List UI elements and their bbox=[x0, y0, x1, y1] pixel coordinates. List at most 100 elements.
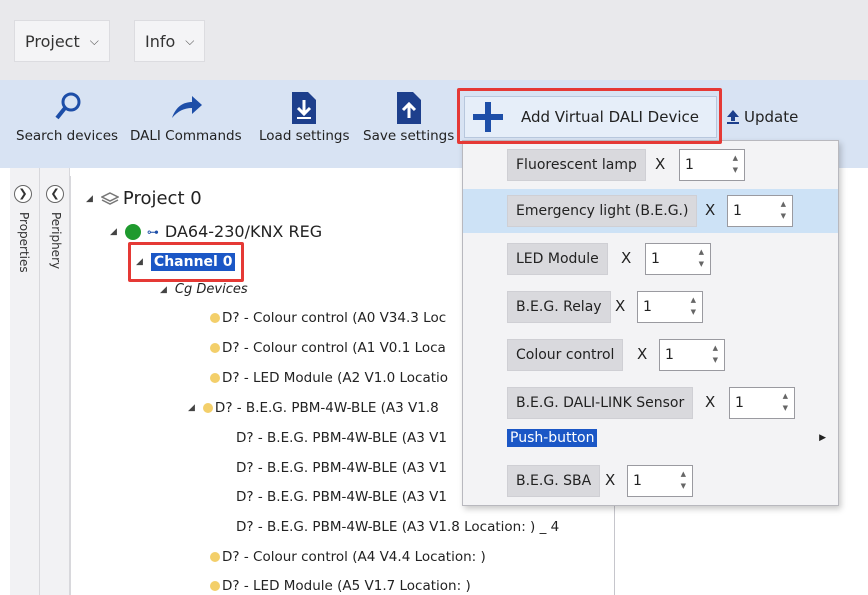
tree-item-device[interactable]: D? - Colour control (A1 V0.1 Loca bbox=[210, 340, 446, 356]
quantity-stepper[interactable]: 1 ▲ ▼ bbox=[659, 339, 725, 371]
menu-item-colour-control[interactable]: Colour control X 1 ▲ ▼ bbox=[463, 333, 838, 377]
tree-item-subdevice[interactable]: D? - B.E.G. PBM-4W-BLE (A3 V1.8 Location… bbox=[236, 519, 559, 535]
spin-arrows-icon[interactable]: ▲ ▼ bbox=[699, 246, 704, 270]
device-type-label: B.E.G. Relay bbox=[507, 291, 611, 323]
search-devices-label: Search devices bbox=[16, 128, 119, 144]
channel-highlight-box bbox=[128, 242, 244, 282]
dali-commands-label: DALI Commands bbox=[130, 128, 242, 144]
spin-arrows-icon[interactable]: ▲ ▼ bbox=[733, 152, 738, 176]
tree-node-project[interactable]: ◢ Project 0 bbox=[86, 188, 202, 209]
gateway-node-label: DA64-230/KNX REG bbox=[164, 222, 323, 241]
quantity-stepper[interactable]: 1 ▲ ▼ bbox=[727, 195, 793, 227]
tree-item-device[interactable]: D? - LED Module (A5 V1.7 Location: ) bbox=[210, 578, 471, 594]
periphery-panel-strip: ❮ Periphery bbox=[40, 168, 70, 595]
quantity-stepper[interactable]: 1 ▲ ▼ bbox=[627, 465, 693, 497]
collapse-left-icon[interactable]: ❮ bbox=[46, 185, 64, 203]
tree-item-device[interactable]: D? - Colour control (A4 V4.4 Location: ) bbox=[210, 549, 486, 565]
device-type-label: Colour control bbox=[507, 339, 624, 371]
load-settings-button[interactable]: Load settings bbox=[259, 88, 350, 144]
quantity-value: 1 bbox=[665, 347, 674, 363]
device-status-icon bbox=[202, 403, 213, 413]
tree-item-device[interactable]: ◢ D? - B.E.G. PBM-4W-BLE (A3 V1.8 bbox=[188, 400, 439, 416]
quantity-stepper[interactable]: 1 ▲ ▼ bbox=[679, 149, 745, 181]
submenu-arrow-icon: ▶ bbox=[819, 433, 826, 443]
tree-node-group[interactable]: ◢ Cg Devices bbox=[160, 282, 248, 297]
info-menu[interactable]: Info ⌵ bbox=[134, 20, 206, 62]
quantity-stepper[interactable]: 1 ▲ ▼ bbox=[729, 387, 795, 419]
device-type-label: Fluorescent lamp bbox=[507, 149, 646, 181]
tree-node-gateway[interactable]: ◢ ⊶ DA64-230/KNX REG bbox=[110, 222, 322, 241]
add-device-dropdown-menu: Fluorescent lamp X 1 ▲ ▼ Emergency light … bbox=[462, 140, 839, 506]
project-node-label: Project 0 bbox=[122, 188, 202, 209]
menu-item-push-button[interactable]: Push-button bbox=[507, 429, 598, 447]
quantity-stepper[interactable]: 1 ▲ ▼ bbox=[645, 243, 711, 275]
spin-arrows-icon[interactable]: ▲ ▼ bbox=[783, 390, 788, 414]
tree-item-label: D? - LED Module (A5 V1.7 Location: ) bbox=[222, 578, 471, 594]
menu-item-emergency-light[interactable]: Emergency light (B.E.G.) X 1 ▲ ▼ bbox=[463, 189, 838, 233]
device-type-label: B.E.G. SBA bbox=[507, 465, 601, 497]
tree-item-label: D? - Colour control (A4 V4.4 Location: ) bbox=[222, 549, 486, 565]
multiply-sign: X bbox=[605, 471, 616, 489]
tree-item-label: D? - B.E.G. PBM-4W-BLE (A3 V1 bbox=[236, 430, 447, 446]
expanded-triangle-icon: ◢ bbox=[188, 403, 195, 413]
multiply-sign: X bbox=[615, 297, 626, 315]
tree-item-subdevice[interactable]: D? - B.E.G. PBM-4W-BLE (A3 V1 bbox=[236, 489, 447, 505]
expand-right-icon[interactable]: ❯ bbox=[14, 185, 32, 203]
save-settings-button[interactable]: Save settings bbox=[363, 88, 454, 144]
multiply-sign: X bbox=[705, 201, 716, 219]
tree-item-label: D? - B.E.G. PBM-4W-BLE (A3 V1 bbox=[236, 489, 447, 505]
periphery-tab[interactable]: Periphery bbox=[49, 212, 63, 269]
layers-icon bbox=[100, 191, 119, 207]
expanded-triangle-icon: ◢ bbox=[86, 193, 93, 204]
device-type-label: LED Module bbox=[507, 243, 608, 275]
quantity-stepper[interactable]: 1 ▲ ▼ bbox=[637, 291, 703, 323]
menu-item-dali-link-sensor[interactable]: B.E.G. DALI-LINK Sensor X 1 ▲ ▼ bbox=[463, 381, 838, 425]
search-icon bbox=[16, 88, 118, 128]
spin-arrows-icon[interactable]: ▲ ▼ bbox=[781, 198, 786, 222]
tree-item-device[interactable]: D? - LED Module (A2 V1.0 Locatio bbox=[210, 370, 448, 386]
device-status-icon bbox=[210, 343, 220, 353]
tree-item-label: D? - Colour control (A0 V34.3 Loc bbox=[222, 310, 447, 326]
quantity-value: 1 bbox=[735, 395, 744, 411]
chevron-down-icon: ⌵ bbox=[185, 33, 195, 48]
quantity-value: 1 bbox=[733, 203, 742, 219]
quantity-value: 1 bbox=[643, 299, 652, 315]
spin-arrows-icon[interactable]: ▲ ▼ bbox=[691, 294, 696, 318]
device-type-label: B.E.G. DALI-LINK Sensor bbox=[507, 387, 694, 419]
menu-item-led-module[interactable]: LED Module X 1 ▲ ▼ bbox=[463, 237, 838, 281]
project-menu-label: Project bbox=[25, 31, 80, 51]
device-status-icon bbox=[210, 313, 220, 323]
tree-item-subdevice[interactable]: D? - B.E.G. PBM-4W-BLE (A3 V1 bbox=[236, 460, 447, 476]
menu-bar: Project ⌵ Info ⌵ bbox=[0, 0, 868, 80]
quantity-value: 1 bbox=[685, 157, 694, 173]
menu-item-beg-sba[interactable]: B.E.G. SBA X 1 ▲ ▼ bbox=[463, 459, 838, 503]
expanded-triangle-icon: ◢ bbox=[110, 226, 117, 237]
device-status-icon bbox=[210, 581, 220, 591]
tree-item-label: D? - Colour control (A1 V0.1 Loca bbox=[222, 340, 446, 356]
tree-item-subdevice[interactable]: D? - B.E.G. PBM-4W-BLE (A3 V1 bbox=[236, 430, 447, 446]
expanded-triangle-icon: ◢ bbox=[160, 284, 167, 295]
multiply-sign: X bbox=[621, 249, 632, 267]
device-status-icon bbox=[210, 552, 220, 562]
update-label: Update bbox=[744, 108, 799, 126]
dali-commands-button[interactable]: DALI Commands bbox=[130, 88, 242, 144]
group-node-label: Cg Devices bbox=[174, 282, 248, 297]
device-type-label: Emergency light (B.E.G.) bbox=[507, 195, 698, 227]
chevron-down-icon: ⌵ bbox=[89, 33, 99, 48]
properties-tab[interactable]: Properties bbox=[17, 212, 31, 273]
save-settings-label: Save settings bbox=[363, 128, 455, 144]
multiply-sign: X bbox=[655, 155, 666, 173]
menu-item-beg-relay[interactable]: B.E.G. Relay X 1 ▲ ▼ bbox=[463, 285, 838, 329]
search-devices-button[interactable]: Search devices bbox=[16, 88, 118, 144]
tree-item-device[interactable]: D? - Colour control (A0 V34.3 Loc bbox=[210, 310, 446, 326]
update-button[interactable]: Update bbox=[726, 108, 798, 126]
spin-arrows-icon[interactable]: ▲ ▼ bbox=[713, 342, 718, 366]
multiply-sign: X bbox=[637, 345, 648, 363]
menu-item-fluorescent-lamp[interactable]: Fluorescent lamp X 1 ▲ ▼ bbox=[463, 143, 838, 187]
multiply-sign: X bbox=[705, 393, 716, 411]
tree-item-label: D? - B.E.G. PBM-4W-BLE (A3 V1.8 Location… bbox=[236, 519, 560, 535]
project-menu[interactable]: Project ⌵ bbox=[14, 20, 110, 62]
spin-arrows-icon[interactable]: ▲ ▼ bbox=[681, 468, 686, 492]
tree-item-label: D? - LED Module (A2 V1.0 Locatio bbox=[222, 370, 449, 386]
upload-icon bbox=[726, 109, 740, 125]
